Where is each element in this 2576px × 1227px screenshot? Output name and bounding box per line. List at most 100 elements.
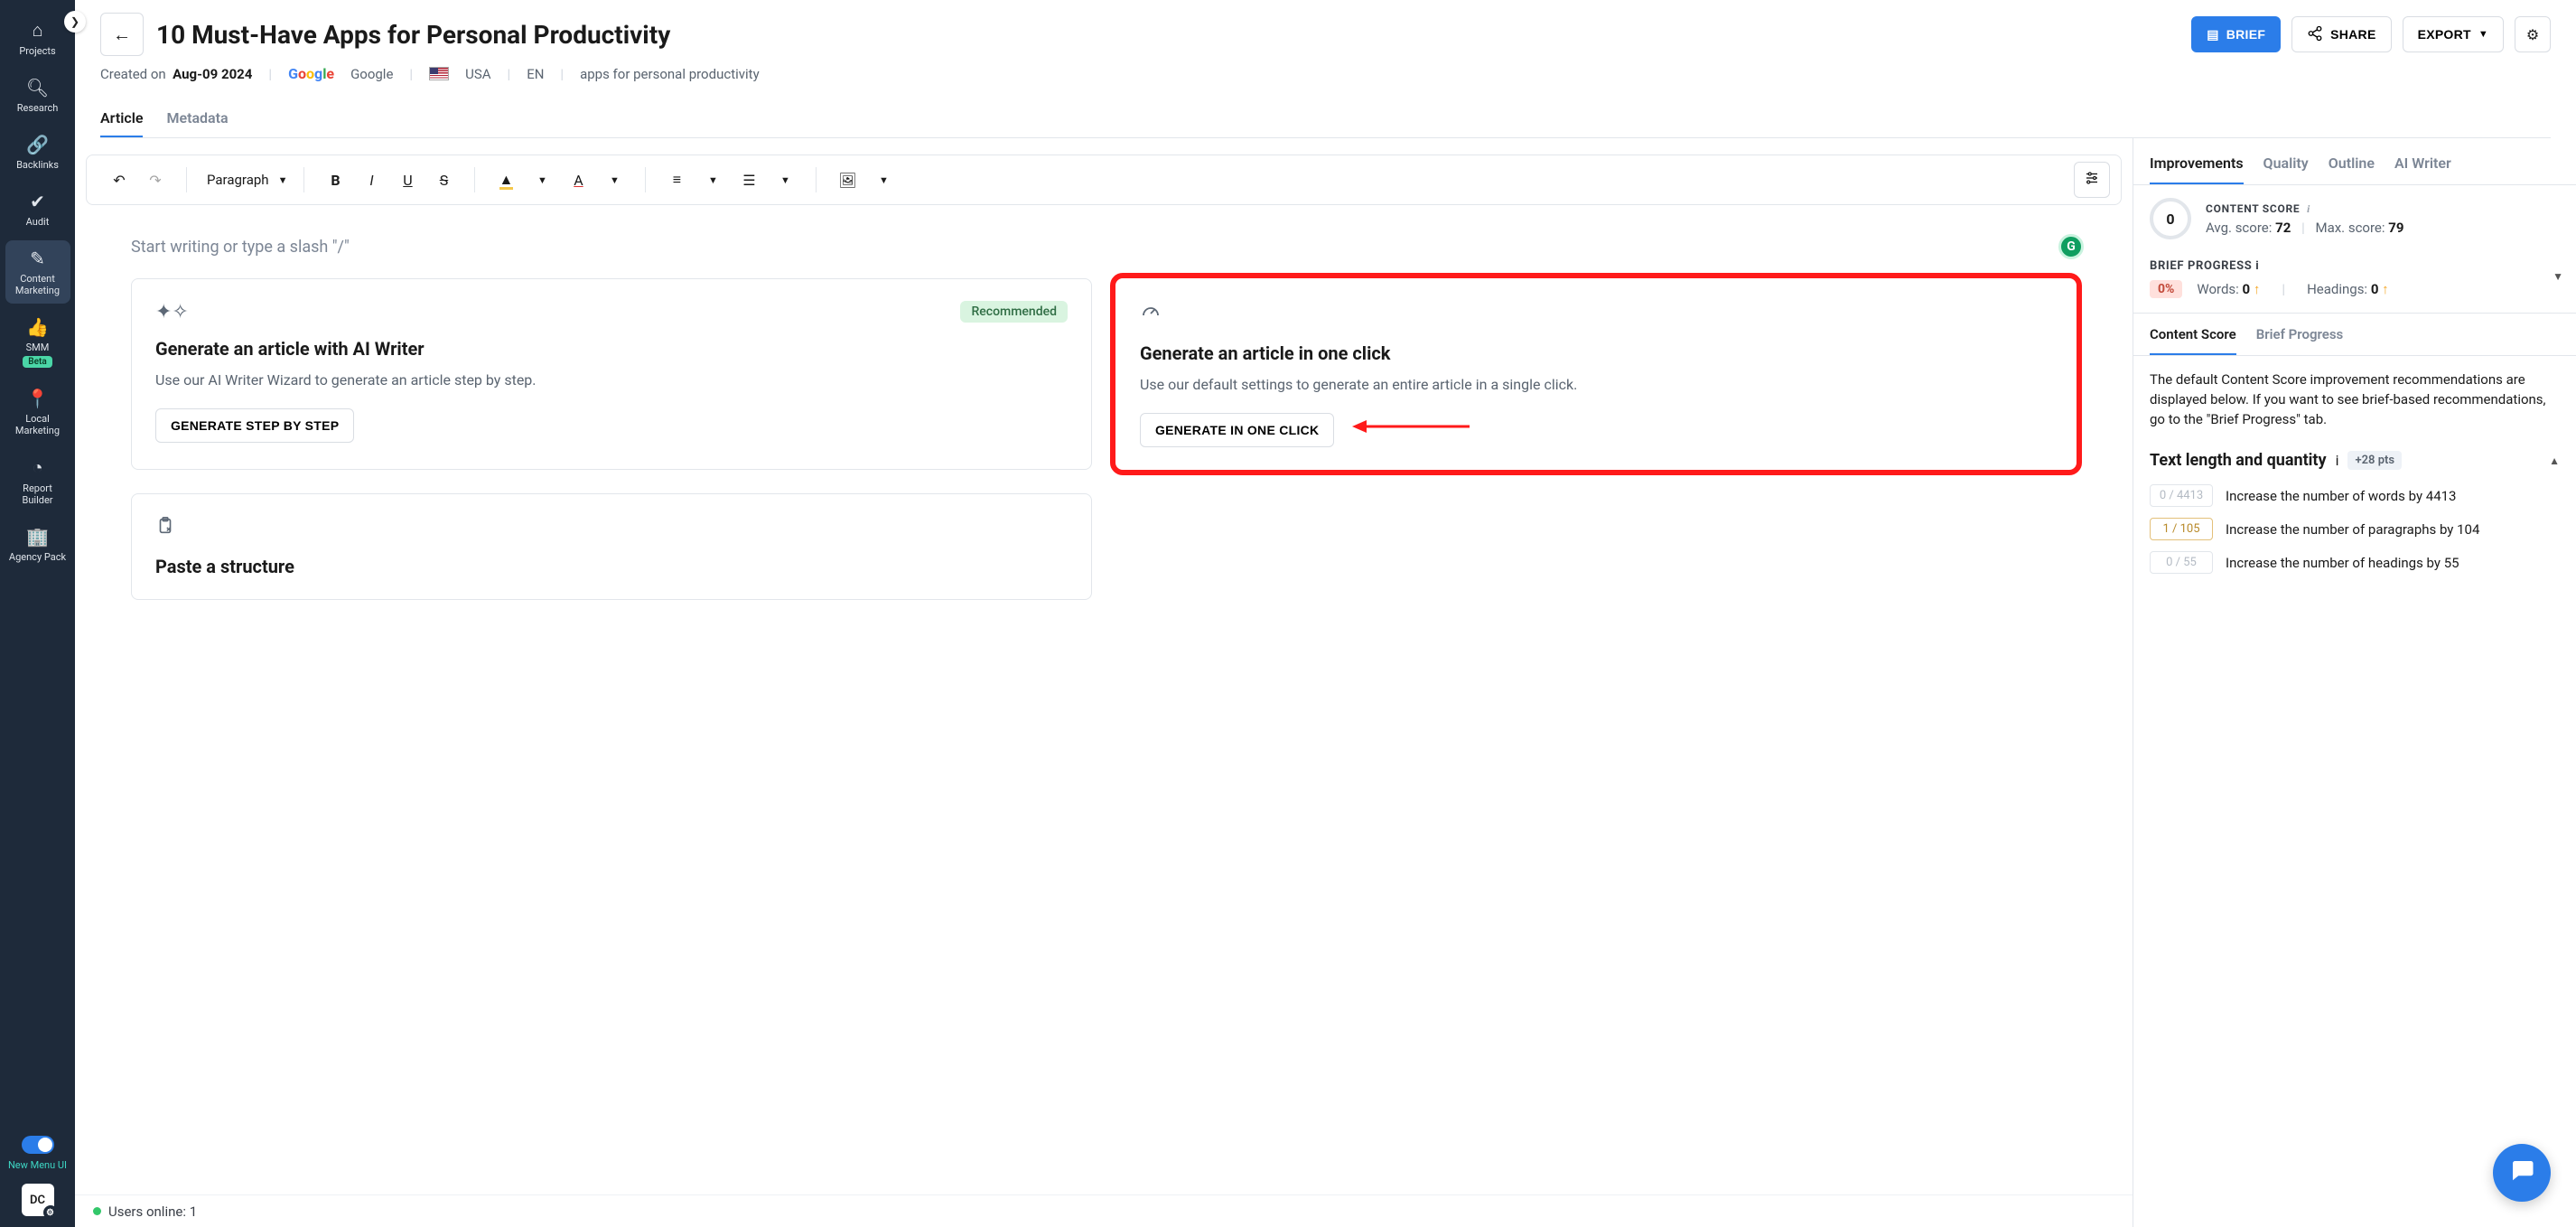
tab-outline[interactable]: Outline <box>2329 155 2375 184</box>
generate-one-click-button[interactable]: GENERATE IN ONE CLICK <box>1140 413 1334 447</box>
info-icon[interactable]: i <box>2336 452 2339 469</box>
card-title: Paste a structure <box>155 556 1068 577</box>
highlight-color-button[interactable]: ▲ <box>490 164 522 196</box>
new-menu-label: New Menu UI <box>8 1159 67 1171</box>
editor-placeholder: Start writing or type a slash "/" <box>131 238 2077 257</box>
generate-step-button[interactable]: GENERATE STEP BY STEP <box>155 408 354 443</box>
clipboard-icon <box>155 516 175 541</box>
brief-button[interactable]: ▤ BRIEF <box>2191 16 2281 52</box>
thumbs-up-icon: 👍 <box>26 316 49 338</box>
section-text-length: Text length and quantity i +28 pts ▲ <box>2133 444 2576 477</box>
metric-text: Increase the number of words by 4413 <box>2226 488 2456 504</box>
user-initials: DC <box>30 1194 45 1207</box>
sidebar-item-backlinks[interactable]: 🔗 Backlinks <box>5 126 70 178</box>
building-icon: 🏢 <box>26 526 49 548</box>
user-avatar[interactable]: DC ⚙ <box>22 1184 54 1216</box>
list-button[interactable]: ☰ <box>733 164 765 196</box>
subtab-brief-progress[interactable]: Brief Progress <box>2256 326 2344 355</box>
sidebar-item-smm[interactable]: 👍 SMM Beta <box>5 309 70 375</box>
sidebar-item-agency-pack[interactable]: 🏢 Agency Pack <box>5 519 70 570</box>
highlight-dropdown[interactable]: ▼ <box>526 164 558 196</box>
export-button[interactable]: EXPORT ▼ <box>2403 16 2504 52</box>
align-button[interactable]: ≡ <box>660 164 693 196</box>
chat-icon <box>2508 1157 2535 1190</box>
speedometer-icon <box>1140 301 1162 328</box>
sidebar-item-label: Projects <box>19 45 55 57</box>
sidebar-expand-handle[interactable]: ❯ <box>64 11 86 33</box>
card-desc: Use our default settings to generate an … <box>1140 375 2052 395</box>
brief-collapse-handle[interactable]: ▼ <box>2553 270 2563 283</box>
recommended-chip: Recommended <box>960 301 1068 323</box>
sidebar-item-content-marketing[interactable]: ✎ Content Marketing <box>5 240 70 304</box>
link-icon: 🔗 <box>26 134 49 155</box>
tab-improvements[interactable]: Improvements <box>2150 155 2244 184</box>
sidebar-item-local-marketing[interactable]: 📍 Local Marketing <box>5 380 70 444</box>
align-dropdown[interactable]: ▼ <box>696 164 729 196</box>
underline-button[interactable]: U <box>391 164 424 196</box>
points-chip: +28 pts <box>2347 451 2402 470</box>
subtab-content-score[interactable]: Content Score <box>2150 326 2236 355</box>
new-menu-toggle[interactable] <box>22 1136 54 1154</box>
editor-toolbar: ↶ ↷ Paragraph ▼ B I U S <box>86 155 2122 205</box>
improvement-subtabs: Content Score Brief Progress <box>2133 314 2576 356</box>
meta-country: USA <box>465 66 490 82</box>
sidebar-item-label: Local Marketing <box>7 413 69 436</box>
sidebar-item-label: SMM <box>26 342 50 353</box>
improvements-description: The default Content Score improvement re… <box>2133 356 2576 444</box>
settings-button[interactable]: ⚙ <box>2515 16 2551 52</box>
text-color-dropdown[interactable]: ▼ <box>598 164 630 196</box>
sidebar-item-projects[interactable]: ⌂ Projects <box>5 12 70 64</box>
brief-progress-block: BRIEF PROGRESS i ▼ 0% Words: 0 ↑ | He <box>2133 252 2576 314</box>
undo-button[interactable]: ↶ <box>103 164 135 196</box>
info-icon[interactable]: i <box>2307 202 2310 215</box>
sidebar-item-report-builder[interactable]: ◔ Report Builder <box>5 449 70 513</box>
metric-row: 0 / 4413 Increase the number of words by… <box>2150 484 2560 507</box>
bold-button[interactable]: B <box>319 164 351 196</box>
back-button[interactable]: ← <box>100 13 144 56</box>
sidebar-item-label: Research <box>17 102 59 114</box>
bold-icon: B <box>331 172 340 189</box>
text-color-button[interactable]: A <box>562 164 594 196</box>
image-dropdown[interactable]: ▼ <box>867 164 900 196</box>
sidebar-item-research[interactable]: 🔍︎ Research <box>5 70 70 121</box>
share-button[interactable]: SHARE <box>2291 16 2391 52</box>
brief-label: BRIEF PROGRESS <box>2150 259 2252 273</box>
tab-article[interactable]: Article <box>100 100 143 137</box>
strikethrough-icon: S <box>440 172 449 189</box>
score-label: CONTENT SCORE <box>2206 202 2300 215</box>
image-button[interactable]: 🖼 <box>831 164 863 196</box>
tab-metadata[interactable]: Metadata <box>166 100 228 137</box>
metric-text: Increase the number of paragraphs by 104 <box>2226 521 2479 538</box>
arrow-annotation-icon <box>1352 417 1470 436</box>
editor-canvas[interactable]: G Start writing or type a slash "/" ✦✧ R… <box>86 216 2122 1184</box>
card-desc: Use our AI Writer Wizard to generate an … <box>155 370 1068 390</box>
chevron-down-icon: ▼ <box>2478 29 2488 40</box>
headings-value: 0 <box>2371 281 2379 297</box>
list-dropdown[interactable]: ▼ <box>769 164 801 196</box>
tab-ai-writer[interactable]: AI Writer <box>2394 155 2451 184</box>
info-icon[interactable]: i <box>2255 259 2259 273</box>
chat-fab[interactable] <box>2493 1144 2551 1202</box>
redo-icon: ↷ <box>149 172 161 189</box>
sidebar-item-label: Content Marketing <box>7 273 69 296</box>
metric-text: Increase the number of headings by 55 <box>2226 555 2459 571</box>
sidebar-item-audit[interactable]: ✔ Audit <box>5 183 70 235</box>
card-paste-structure: Paste a structure <box>131 493 1092 600</box>
grammarly-icon[interactable]: G <box>2058 234 2084 259</box>
italic-button[interactable]: I <box>355 164 387 196</box>
strikethrough-button[interactable]: S <box>427 164 460 196</box>
primary-tabs: Article Metadata <box>100 100 2551 138</box>
brief-percent: 0% <box>2150 280 2182 298</box>
editor-settings-button[interactable] <box>2074 162 2110 198</box>
usa-flag-icon <box>429 67 449 80</box>
redo-button[interactable]: ↷ <box>139 164 172 196</box>
google-logo-icon: Google <box>288 65 334 82</box>
tab-quality[interactable]: Quality <box>2263 155 2309 184</box>
header-meta: Created on Aug-09 2024 | Google Google |… <box>100 65 2551 82</box>
created-date: Aug-09 2024 <box>173 66 252 82</box>
sparkle-icon: ✦✧ <box>155 301 189 323</box>
section-collapse-handle[interactable]: ▲ <box>2549 454 2560 467</box>
content-score-block: 0 CONTENT SCORE i Avg. score: 72 | Max. … <box>2133 185 2576 252</box>
block-type-select[interactable]: Paragraph ▼ <box>196 164 294 196</box>
users-online-value: 1 <box>190 1204 197 1220</box>
